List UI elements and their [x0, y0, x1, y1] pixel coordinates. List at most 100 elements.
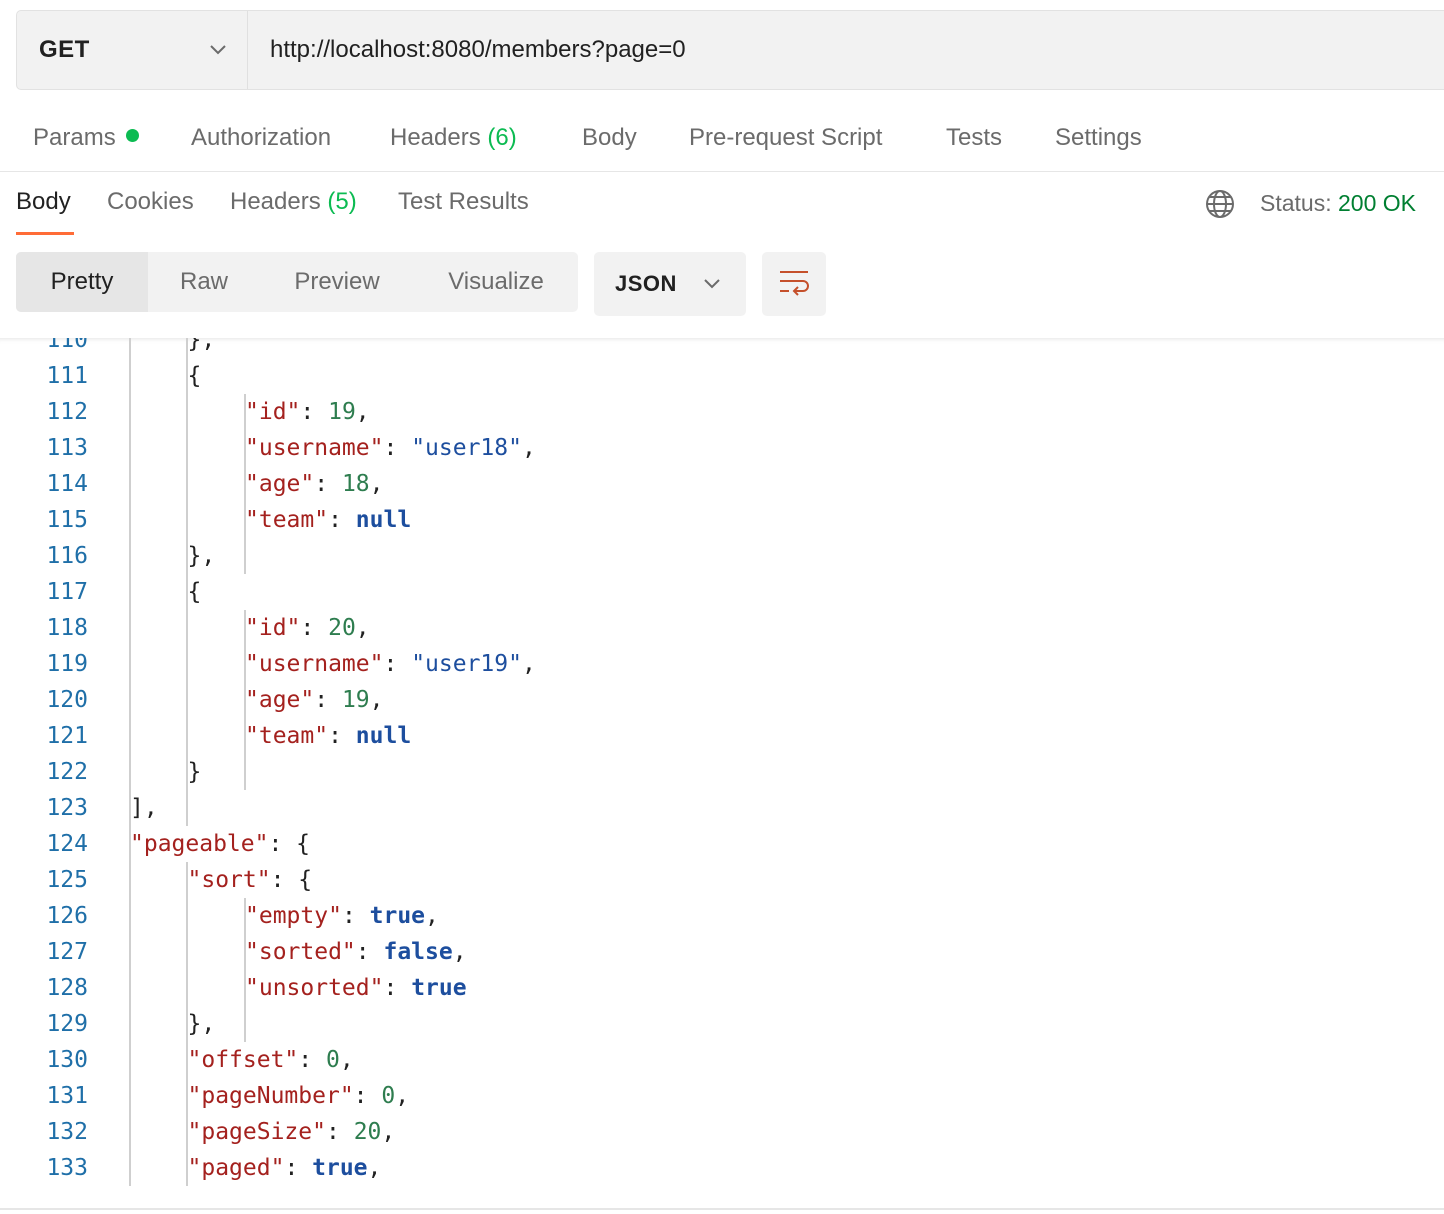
line-number: 133 — [46, 1155, 88, 1181]
request-bar: GET http://localhost:8080/members?page=0 — [16, 10, 1444, 90]
code-token: true — [411, 975, 467, 1001]
code-text: "age": 19, — [245, 682, 384, 718]
tab-headers-label: Headers — [390, 124, 481, 151]
line-number: 131 — [46, 1083, 88, 1109]
code-token: , — [521, 651, 536, 677]
status-label: Status: — [1260, 190, 1332, 216]
code-text: "age": 18, — [245, 466, 384, 502]
code-token: "username" — [245, 651, 384, 677]
code-token: 18 — [341, 471, 370, 497]
code-text: "empty": true, — [245, 898, 439, 934]
code-token: null — [355, 507, 412, 533]
line-number: 113 — [46, 435, 88, 461]
response-tab-test-results[interactable]: Test Results — [398, 188, 529, 216]
word-wrap-button[interactable] — [762, 252, 826, 316]
code-text: }, — [188, 1006, 216, 1042]
code-token: , — [355, 399, 370, 425]
code-token: , — [425, 903, 439, 929]
mode-pretty[interactable]: Pretty — [16, 252, 148, 312]
indent-guide — [186, 862, 188, 1186]
code-token: }, — [187, 543, 216, 569]
line-number: 125 — [46, 867, 88, 893]
code-token: ], — [130, 795, 158, 821]
response-status: Status: 200 OK — [1260, 190, 1416, 217]
code-token: , — [355, 615, 370, 641]
status-value: 200 OK — [1338, 190, 1416, 216]
indent-guide — [244, 394, 246, 574]
code-text: { — [188, 574, 202, 610]
response-headers-count: (5) — [327, 188, 357, 215]
code-text: } — [188, 754, 202, 790]
code-token: 20 — [353, 1119, 382, 1145]
chevron-down-icon — [209, 41, 227, 59]
code-text: "sort": { — [188, 862, 313, 898]
code-token: "offset" — [187, 1047, 299, 1073]
divider — [0, 1208, 1444, 1210]
code-token: : — [300, 399, 329, 425]
code-token: : { — [268, 831, 311, 857]
tab-body[interactable]: Body — [582, 124, 637, 152]
code-token: "user18" — [411, 435, 522, 461]
code-token: null — [355, 723, 412, 749]
code-token: "username" — [245, 435, 384, 461]
view-mode-toggle: Pretty Raw Preview Visualize — [16, 252, 578, 312]
code-text: "unsorted": true — [245, 970, 467, 1006]
code-token: : — [300, 615, 329, 641]
response-tab-body[interactable]: Body — [16, 188, 71, 216]
code-token: } — [187, 759, 202, 785]
mode-preview[interactable]: Preview — [260, 252, 414, 312]
line-number: 122 — [46, 759, 88, 785]
tab-prerequest-script[interactable]: Pre-request Script — [689, 124, 882, 152]
code-token: true — [312, 1155, 368, 1181]
code-token: , — [395, 1083, 410, 1109]
code-token: : — [341, 903, 370, 929]
tab-params[interactable]: Params — [33, 124, 139, 152]
code-text: }, — [188, 338, 216, 358]
code-text: "id": 19, — [245, 394, 370, 430]
code-token: : — [298, 1047, 326, 1073]
response-tab-cookies[interactable]: Cookies — [107, 188, 194, 216]
code-token: : — [325, 1119, 354, 1145]
line-number: 127 — [46, 939, 88, 965]
code-text: "team": null — [245, 718, 411, 754]
line-number: 124 — [46, 831, 88, 857]
line-number: 114 — [46, 471, 88, 497]
code-text: "pageable": { — [130, 826, 310, 862]
line-number: 116 — [46, 543, 88, 569]
code-token: "pageNumber" — [187, 1083, 354, 1109]
globe-icon[interactable] — [1204, 188, 1236, 220]
code-token: false — [383, 939, 453, 965]
method-select[interactable]: GET — [17, 11, 248, 89]
tab-tests[interactable]: Tests — [946, 124, 1002, 152]
code-token: 0 — [325, 1047, 340, 1073]
tab-headers[interactable]: Headers (6) — [390, 124, 517, 152]
response-tab-headers[interactable]: Headers (5) — [230, 188, 357, 216]
mode-visualize[interactable]: Visualize — [414, 252, 578, 312]
code-text: "pageSize": 20, — [188, 1114, 396, 1150]
code-token: : — [328, 507, 356, 533]
line-number: 112 — [46, 399, 88, 425]
tab-settings[interactable]: Settings — [1055, 124, 1142, 152]
method-label: GET — [39, 36, 90, 63]
code-token: 19 — [328, 399, 356, 425]
code-token: : — [353, 1083, 382, 1109]
line-number: 119 — [46, 651, 88, 677]
code-token: "empty" — [245, 903, 342, 929]
format-select[interactable]: JSON — [594, 252, 746, 316]
line-number: 128 — [46, 975, 88, 1001]
line-number: 111 — [46, 363, 88, 389]
code-text: "team": null — [245, 502, 411, 538]
code-text: { — [188, 358, 202, 394]
response-body-editor[interactable]: 110}, 111 {112 "id": 19, 113 "username": "use… — [0, 338, 1444, 1208]
word-wrap-icon — [778, 268, 810, 301]
code-token: "age" — [245, 471, 315, 497]
code-text: "username": "user18", — [245, 430, 536, 466]
code-text: }, — [188, 538, 216, 574]
mode-raw[interactable]: Raw — [148, 252, 260, 312]
tab-authorization[interactable]: Authorization — [191, 124, 331, 152]
code-token: { — [187, 579, 202, 605]
code-token: , — [339, 1047, 354, 1073]
url-input[interactable]: http://localhost:8080/members?page=0 — [248, 11, 1444, 89]
code-text: "offset": 0, — [188, 1042, 354, 1078]
code-token: : — [284, 1155, 313, 1181]
